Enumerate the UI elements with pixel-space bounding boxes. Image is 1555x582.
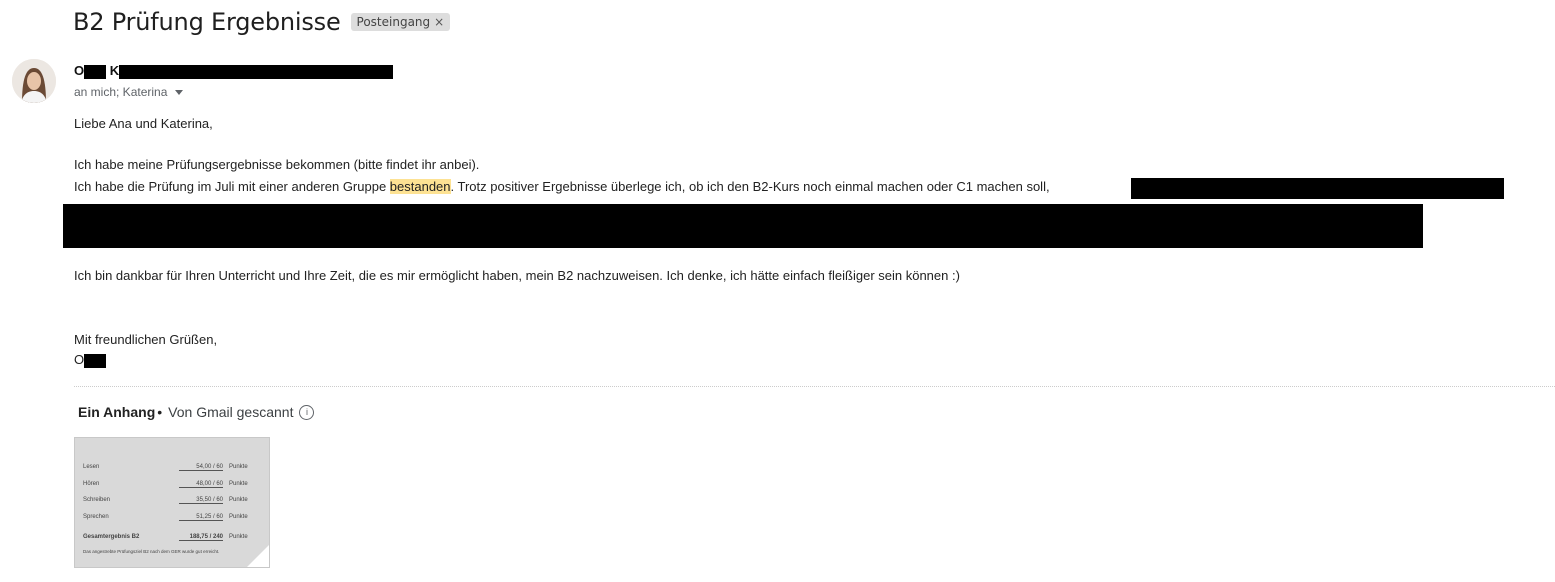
thumb-label: Lesen [83,464,100,470]
body-line-2-post: . Trotz positiver Ergebnisse überlege ic… [450,179,1050,194]
body-line-2-pre: Ich habe die Prüfung im Juli mit einer a… [74,179,390,194]
label-chip-inbox[interactable]: Posteingang × [350,13,451,31]
subject-row: B2 Prüfung Ergebnisse Posteingang × [73,8,451,36]
scan-note: Von Gmail gescannt [168,404,294,420]
redaction-bar [1131,178,1504,199]
attachment-thumbnail[interactable]: Lesen 54,00 / 60 Punkte Hören 48,00 / 60… [74,437,270,568]
thumb-value: 48,00 / 60 [179,481,223,488]
thumb-value: 35,50 / 60 [179,497,223,504]
sender-avatar[interactable] [12,59,56,103]
thumb-value: 51,25 / 60 [179,514,223,521]
thumb-label: Schreiben [83,497,111,503]
page-fold-icon [247,545,269,567]
redaction-bar [119,64,394,79]
sender-name[interactable]: O K [74,63,394,79]
thumb-label: Hören [83,481,100,487]
sender-initial-2: K [109,63,120,78]
recipients-line[interactable]: an mich; Katerina [74,85,184,99]
thumb-unit: Punkte [229,497,248,503]
thumb-label: Gesamtergebnis B2 [83,534,140,540]
thumb-value: 188,75 / 240 [179,534,223,541]
thumb-unit: Punkte [229,534,248,540]
thumb-value: 54,00 / 60 [179,464,223,471]
thumb-label: Sprechen [83,514,109,520]
redaction-block [63,204,1423,248]
avatar-photo [12,59,56,103]
redaction-bar [84,64,107,79]
remove-label-icon[interactable]: × [434,15,444,29]
attachment-separator: • [157,404,163,420]
recipients-dropdown-icon[interactable] [175,89,184,95]
highlighted-word: bestanden [389,179,451,194]
redaction-bar [84,353,107,368]
label-chip-text: Posteingang [356,15,431,29]
greeting: Liebe Ana und Katerina, [74,116,213,131]
email-subject: B2 Prüfung Ergebnisse [73,8,341,36]
thumb-note: Das angestrebte Prüfungsziel B2 nach dem… [83,549,220,554]
closing: Mit freundlichen Grüßen, [74,332,218,347]
attachment-divider [74,386,1555,387]
thumb-unit: Punkte [229,481,248,487]
thumb-unit: Punkte [229,514,248,520]
signature: O [74,352,107,368]
body-line-2: Ich habe die Prüfung im Juli mit einer a… [74,179,1050,194]
info-icon[interactable]: i [299,404,315,420]
recipients-text: an mich; Katerina [74,85,168,99]
attachment-header: Ein Anhang • Von Gmail gescannt i [78,404,315,420]
signature-initial: O [74,352,85,367]
attachment-count: Ein Anhang [78,404,156,420]
body-line-1: Ich habe meine Prüfungsergebnisse bekomm… [74,157,480,172]
thumb-unit: Punkte [229,464,248,470]
body-line-3: Ich bin dankbar für Ihren Unterricht und… [74,268,960,283]
sender-initial: O [74,63,85,78]
